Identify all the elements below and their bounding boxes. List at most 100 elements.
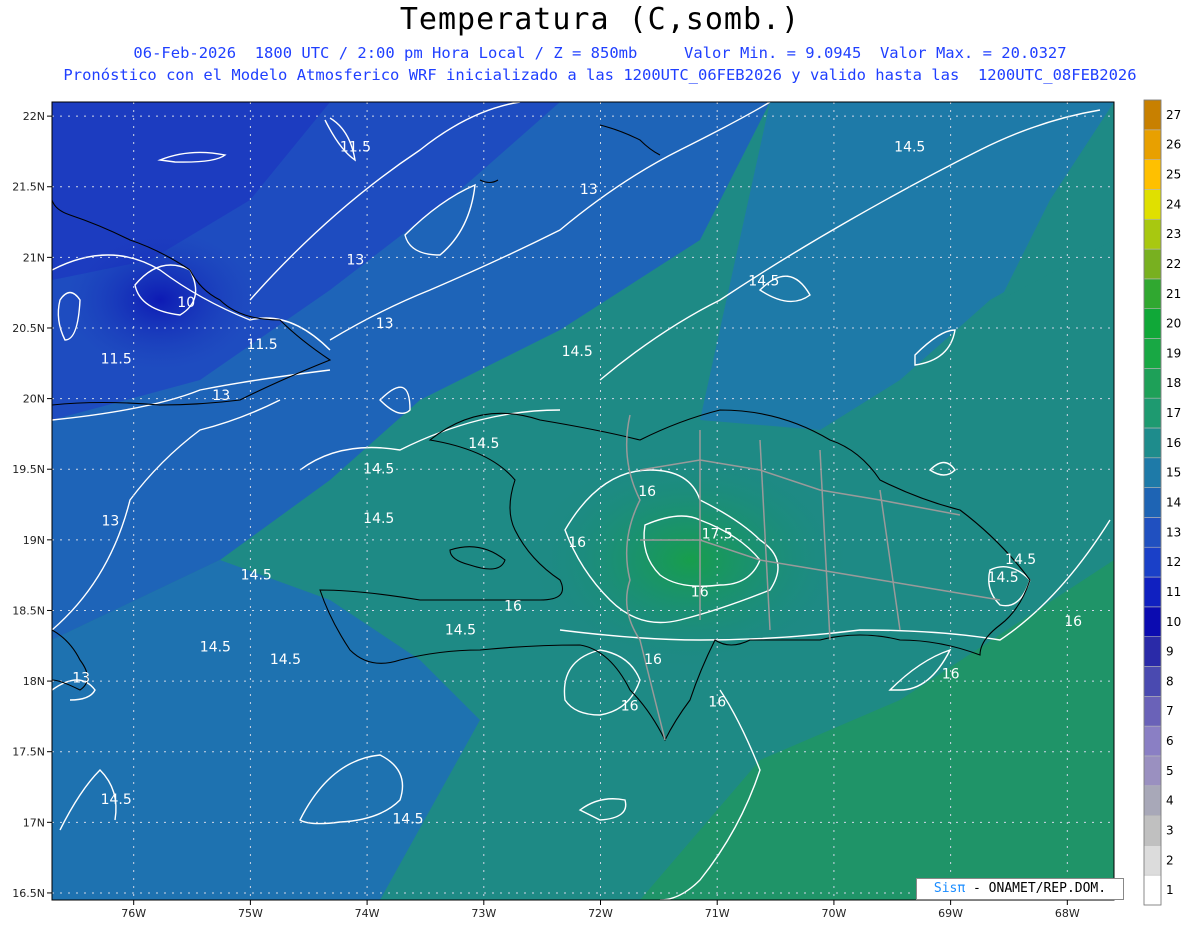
contour-label: 16 bbox=[942, 666, 960, 682]
colorbar-label: 7 bbox=[1166, 704, 1174, 718]
x-axis: 76W 75W 74W 73W 72W 71W 70W 69W 68W bbox=[121, 900, 1080, 920]
contour-label: 14.5 bbox=[894, 139, 925, 155]
colorbar-label: 15 bbox=[1166, 466, 1181, 480]
contour-label: 14.5 bbox=[270, 652, 301, 668]
x-tick-label: 68W bbox=[1055, 907, 1080, 920]
contour-label: 16 bbox=[504, 598, 522, 614]
colorbar-label: 11 bbox=[1166, 585, 1181, 599]
y-tick-label: 19.5N bbox=[12, 463, 45, 476]
contour-label: 14.5 bbox=[101, 792, 132, 808]
y-tick-label: 16.5N bbox=[12, 887, 45, 900]
sispi-logo: Sisπ bbox=[933, 881, 966, 896]
contour-label: 13 bbox=[580, 182, 598, 198]
colorbar-label: 3 bbox=[1166, 823, 1174, 837]
colorbar-swatch bbox=[1143, 397, 1162, 429]
colorbar-label: 1 bbox=[1166, 883, 1174, 897]
y-tick-label: 17N bbox=[23, 816, 45, 829]
colorbar-label: 19 bbox=[1166, 346, 1181, 360]
contour-label: 17.5 bbox=[702, 526, 733, 542]
colorbar-swatch bbox=[1143, 129, 1162, 160]
colorbar-swatch bbox=[1143, 248, 1162, 280]
contour-label: 14.5 bbox=[468, 436, 499, 452]
colorbar-swatch bbox=[1143, 785, 1162, 816]
colorbar-label: 23 bbox=[1166, 227, 1181, 241]
contour-label: 14.5 bbox=[988, 570, 1019, 586]
colorbar-swatch bbox=[1143, 695, 1162, 727]
colorbar-swatch bbox=[1143, 517, 1162, 548]
contour-label: 14.5 bbox=[363, 511, 394, 527]
colorbar-swatch bbox=[1143, 457, 1162, 488]
x-tick-label: 71W bbox=[705, 907, 730, 920]
colorbar-swatch bbox=[1143, 606, 1162, 637]
colorbar-label: 16 bbox=[1166, 436, 1181, 450]
contour-label: 13 bbox=[347, 252, 365, 268]
temperature-map: 76W 75W 74W 73W 72W 71W 70W 69W 68W 16.5N 17N 17.5… bbox=[12, 99, 1181, 920]
contour-label: 16 bbox=[621, 699, 639, 715]
x-tick-label: 75W bbox=[238, 907, 263, 920]
contour-label: 16 bbox=[1064, 614, 1082, 630]
colorbar-swatch bbox=[1143, 99, 1162, 131]
y-tick-label: 17.5N bbox=[12, 746, 45, 759]
colorbar-swatch bbox=[1143, 845, 1162, 876]
contour-label: 14.5 bbox=[200, 639, 231, 655]
colorbar-swatch bbox=[1143, 725, 1162, 757]
colorbar-swatch bbox=[1143, 427, 1162, 459]
colorbar-label: 24 bbox=[1166, 197, 1181, 211]
y-tick-label: 19N bbox=[23, 534, 45, 547]
colorbar-swatch bbox=[1143, 874, 1162, 906]
contour-label: 14.5 bbox=[363, 461, 394, 477]
contour-label: 10 bbox=[177, 295, 195, 311]
contour-label: 16 bbox=[638, 484, 656, 500]
colorbar-label: 2 bbox=[1166, 853, 1174, 867]
colorbar-swatch bbox=[1143, 666, 1162, 697]
shaded-field bbox=[52, 102, 1114, 900]
colorbar-swatch bbox=[1143, 546, 1162, 578]
colorbar-swatch bbox=[1143, 278, 1162, 310]
colorbar-swatch bbox=[1143, 189, 1162, 220]
colorbar-label: 8 bbox=[1166, 674, 1174, 688]
credit-box: Sisπ - ONAMET/REP.DOM. bbox=[916, 878, 1124, 900]
contour-label: 13 bbox=[72, 670, 90, 686]
colorbar-label: 25 bbox=[1166, 168, 1181, 182]
colorbar-label: 17 bbox=[1166, 406, 1181, 420]
contour-label: 14.5 bbox=[1005, 552, 1036, 568]
colorbar-swatch bbox=[1143, 308, 1162, 339]
contour-label: 13 bbox=[101, 514, 119, 530]
contour-label: 14.5 bbox=[562, 344, 593, 360]
colorbar-swatch bbox=[1143, 218, 1162, 250]
colorbar-swatch bbox=[1143, 159, 1162, 190]
y-tick-label: 20.5N bbox=[12, 322, 45, 335]
contour-label: 16 bbox=[644, 652, 662, 668]
colorbar-label: 6 bbox=[1166, 734, 1174, 748]
colorbar-label: 22 bbox=[1166, 257, 1181, 271]
colorbar-label: 27 bbox=[1166, 108, 1181, 122]
contour-label: 14.5 bbox=[748, 274, 779, 290]
colorbar: 1234567891011121314151617181920212223242… bbox=[1143, 99, 1181, 906]
y-tick-label: 18.5N bbox=[12, 604, 45, 617]
contour-label: 14.5 bbox=[392, 812, 423, 828]
credit-text: - ONAMET/REP.DOM. bbox=[965, 881, 1107, 896]
contour-label: 16 bbox=[568, 535, 586, 551]
colorbar-label: 5 bbox=[1166, 764, 1174, 778]
colorbar-swatch bbox=[1143, 487, 1162, 518]
y-tick-label: 20N bbox=[23, 393, 45, 406]
colorbar-label: 10 bbox=[1166, 615, 1181, 629]
colorbar-label: 21 bbox=[1166, 287, 1181, 301]
x-tick-label: 76W bbox=[121, 907, 146, 920]
x-tick-label: 70W bbox=[821, 907, 846, 920]
x-tick-label: 72W bbox=[588, 907, 613, 920]
colorbar-swatch bbox=[1143, 338, 1162, 369]
y-tick-label: 21N bbox=[23, 251, 45, 264]
colorbar-swatch bbox=[1143, 576, 1162, 608]
colorbar-swatch bbox=[1143, 755, 1162, 787]
contour-label: 11.5 bbox=[340, 139, 371, 155]
colorbar-label: 14 bbox=[1166, 496, 1181, 510]
colorbar-label: 13 bbox=[1166, 525, 1181, 539]
colorbar-label: 9 bbox=[1166, 645, 1174, 659]
contour-label: 16 bbox=[691, 584, 709, 600]
colorbar-label: 20 bbox=[1166, 317, 1181, 331]
colorbar-label: 26 bbox=[1166, 138, 1181, 152]
contour-label: 11.5 bbox=[246, 337, 277, 353]
colorbar-swatch bbox=[1143, 815, 1162, 846]
colorbar-swatch bbox=[1143, 636, 1162, 667]
